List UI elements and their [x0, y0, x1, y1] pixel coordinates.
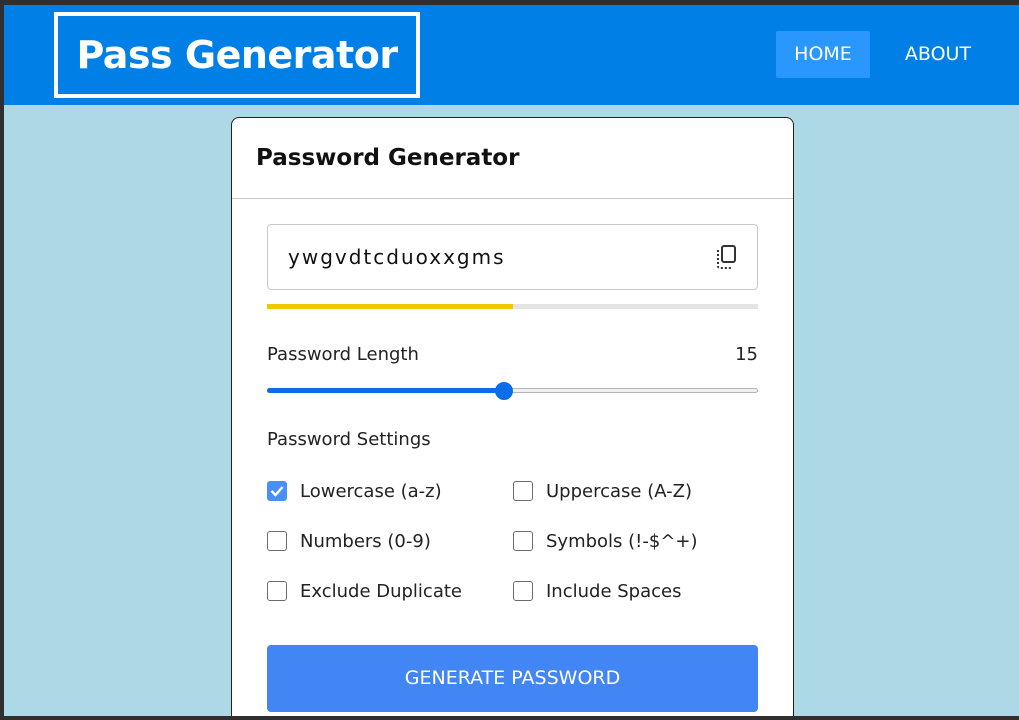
settings-label: Password Settings [267, 429, 431, 450]
length-label: Password Length [267, 344, 419, 365]
strength-bar [267, 304, 758, 309]
lowercase-label: Lowercase (a-z) [300, 480, 442, 502]
length-slider[interactable] [267, 382, 758, 400]
nav-home-link[interactable]: HOME [776, 31, 870, 78]
numbers-checkbox[interactable] [267, 531, 287, 551]
slider-fill [267, 388, 505, 393]
option-numbers[interactable]: Numbers (0-9) [267, 528, 431, 554]
option-symbols[interactable]: Symbols (!-$^+) [513, 528, 698, 554]
uppercase-checkbox[interactable] [513, 481, 533, 501]
symbols-checkbox[interactable] [513, 531, 533, 551]
strength-fill [267, 304, 513, 309]
generate-password-button[interactable]: GENERATE PASSWORD [267, 645, 758, 712]
option-include-spaces[interactable]: Include Spaces [513, 578, 681, 604]
option-lowercase[interactable]: Lowercase (a-z) [267, 478, 442, 504]
exclude-duplicate-checkbox[interactable] [267, 581, 287, 601]
option-exclude-duplicate[interactable]: Exclude Duplicate [267, 578, 462, 604]
include-spaces-checkbox[interactable] [513, 581, 533, 601]
brand-logo[interactable]: Pass Generator [54, 12, 420, 98]
password-value: ywgvdtcduoxxgms [288, 245, 506, 269]
check-icon [270, 486, 284, 497]
copy-icon[interactable] [715, 244, 739, 270]
option-uppercase[interactable]: Uppercase (A-Z) [513, 478, 692, 504]
lowercase-checkbox[interactable] [267, 481, 287, 501]
include-spaces-label: Include Spaces [546, 580, 682, 602]
uppercase-label: Uppercase (A-Z) [546, 480, 692, 502]
password-output[interactable]: ywgvdtcduoxxgms [267, 224, 758, 290]
card-title: Password Generator [232, 118, 793, 199]
numbers-label: Numbers (0-9) [300, 530, 431, 552]
navbar: Pass Generator HOME ABOUT [4, 5, 1019, 105]
nav-about-link[interactable]: ABOUT [888, 31, 988, 78]
page: Pass Generator HOME ABOUT Password Gener… [4, 5, 1019, 716]
length-value: 15 [735, 344, 758, 365]
password-card: Password Generator ywgvdtcduoxxgms Passw… [231, 117, 794, 716]
symbols-label: Symbols (!-$^+) [546, 530, 698, 552]
slider-thumb[interactable] [495, 382, 514, 400]
exclude-duplicate-label: Exclude Duplicate [300, 580, 462, 602]
